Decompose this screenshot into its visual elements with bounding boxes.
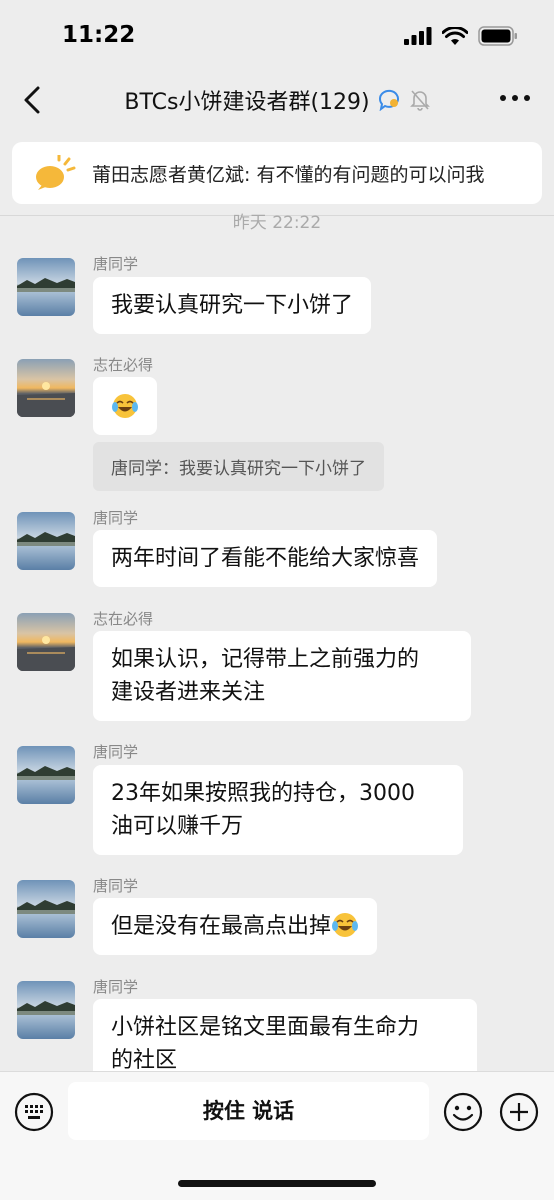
- sender-name: 唐同学: [93, 978, 139, 996]
- message-line: 23年如果按照我的持仓，3000: [111, 781, 415, 806]
- chat-bubble-icon: [378, 89, 399, 112]
- message-line: 如果认识，记得带上之前强力的: [111, 647, 420, 672]
- mute-bell-icon: [409, 90, 430, 111]
- message-bubble[interactable]: 我要认真研究一下小饼了: [93, 277, 372, 334]
- pinned-notice[interactable]: 莆田志愿者黄亿斌: 有不懂的有问题的可以问我: [12, 142, 542, 204]
- battery-icon: [478, 26, 517, 46]
- message-bubble[interactable]: 如果认识，记得带上之前强力的 建设者进来关注: [93, 631, 471, 721]
- signal-icon: [404, 27, 432, 45]
- sender-name: 唐同学: [93, 877, 139, 895]
- laugh-cry-emoji-icon: [332, 913, 359, 937]
- wifi-icon: [442, 26, 468, 45]
- message-bubble[interactable]: 23年如果按照我的持仓，3000 油可以赚千万: [93, 765, 463, 855]
- avatar[interactable]: [17, 613, 75, 671]
- message-text: 但是没有在最高点出掉: [111, 914, 332, 939]
- message-bubble[interactable]: 但是没有在最高点出掉: [93, 898, 378, 955]
- megaphone-icon: [36, 155, 76, 190]
- avatar[interactable]: [17, 746, 75, 804]
- message-bubble[interactable]: [93, 377, 157, 435]
- quoted-message[interactable]: 唐同学：我要认真研究一下小饼了: [93, 442, 384, 491]
- chat-title: BTCs小饼建设者群(129): [124, 90, 370, 115]
- avatar[interactable]: [17, 359, 75, 417]
- keyboard-icon[interactable]: [14, 1092, 54, 1132]
- sender-name: 唐同学: [93, 743, 139, 761]
- sender-name: 志在必得: [93, 356, 154, 374]
- message-line: 建设者进来关注: [111, 680, 266, 705]
- avatar[interactable]: [17, 258, 75, 316]
- message-bubble[interactable]: 两年时间了看能不能给大家惊喜: [93, 530, 438, 587]
- emoji-icon[interactable]: [443, 1092, 483, 1132]
- home-indicator: [178, 1180, 376, 1187]
- sender-name: 志在必得: [93, 610, 154, 628]
- avatar[interactable]: [17, 981, 75, 1039]
- notice-text: 莆田志愿者黄亿斌: 有不懂的有问题的可以问我: [92, 163, 485, 186]
- status-bar: 11:22: [0, 0, 554, 70]
- plus-icon[interactable]: [499, 1092, 539, 1132]
- avatar[interactable]: [17, 880, 75, 938]
- hold-to-talk-button[interactable]: 按住 说话: [68, 1082, 429, 1140]
- chat-timestamp: 昨天 22:22: [232, 213, 322, 232]
- message-line: 油可以赚千万: [111, 814, 244, 839]
- sender-name: 唐同学: [93, 509, 139, 527]
- sender-name: 唐同学: [93, 255, 139, 273]
- avatar[interactable]: [17, 512, 75, 570]
- laugh-cry-emoji-icon: [112, 394, 138, 418]
- status-icons: [404, 26, 518, 46]
- message-line: 小饼社区是铭文里面最有生命力: [111, 1015, 420, 1040]
- nav-bar: BTCs小饼建设者群(129): [0, 70, 554, 130]
- more-icon[interactable]: [498, 86, 532, 110]
- status-time: 11:22: [62, 22, 136, 48]
- chat-title-row[interactable]: BTCs小饼建设者群(129): [0, 84, 554, 116]
